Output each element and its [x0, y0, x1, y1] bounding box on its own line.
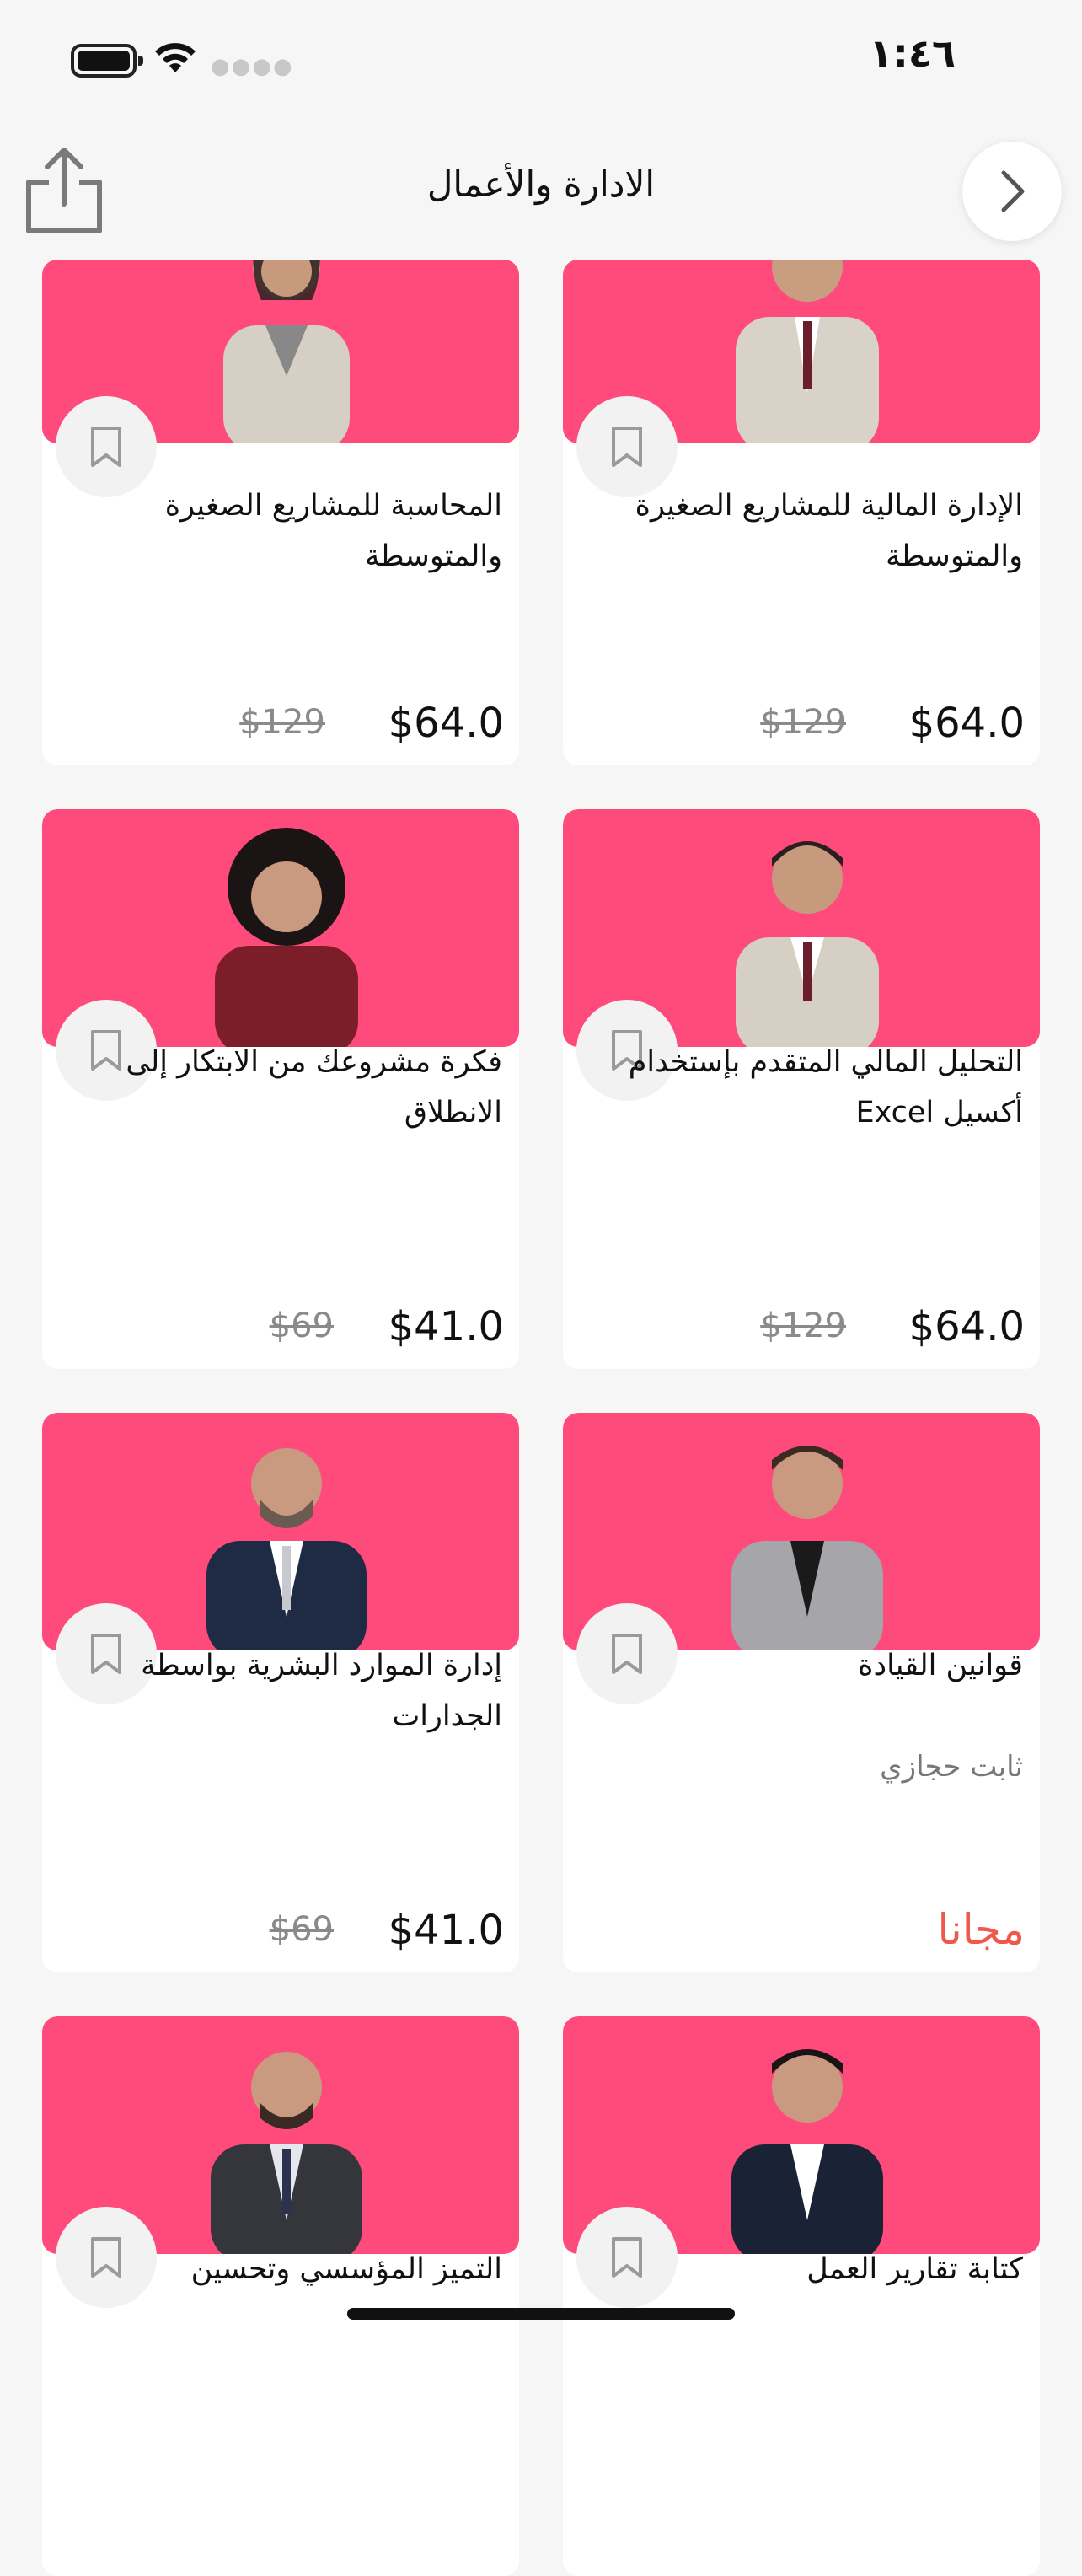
bookmark-icon [91, 427, 121, 467]
course-title: التميز المؤسسي وتحسين [190, 2252, 502, 2286]
navigation-bar: الادارة والأعمال [0, 126, 1082, 261]
course-price: $41.0 [388, 1907, 504, 1954]
course-old-price: $129 [760, 703, 846, 742]
instructor-photo [223, 260, 350, 443]
course-title: كتابة تقارير العمل [806, 2252, 1023, 2286]
course-card[interactable]: إدارة الموارد البشرية بواسطة الجدارات $4… [42, 1413, 519, 1972]
signal-icon: ●●●● [211, 54, 294, 79]
battery-icon [71, 44, 143, 78]
course-card[interactable]: التحليل المالي المتقدم بإستخدام أكسيل Ex… [563, 809, 1040, 1369]
instructor-name: ثابت حجازي [880, 1750, 1023, 1784]
free-label: مجانا [937, 1905, 1025, 1954]
instructor-photo [731, 1446, 883, 1650]
status-bar: ●●●● ١:٤٦ [0, 0, 1082, 126]
instructor-photo [211, 2052, 362, 2254]
course-title: قوانين القيادة [858, 1649, 1023, 1682]
course-price: $64.0 [908, 1303, 1025, 1350]
course-old-price: $69 [269, 1910, 334, 1949]
course-old-price: $129 [760, 1307, 846, 1345]
status-time: ١:٤٦ [869, 30, 956, 76]
course-card[interactable]: فكرة مشروعك من الابتكار إلى الانطلاق $41… [42, 809, 519, 1369]
course-card[interactable]: كتابة تقارير العمل [563, 2016, 1040, 2576]
course-price: $41.0 [388, 1303, 504, 1350]
course-title: الإدارة المالية للمشاريع الصغيرة والمتوس… [635, 489, 1023, 573]
instructor-photo [215, 828, 358, 1047]
course-title: المحاسبة للمشاريع الصغيرة والمتوسطة [164, 489, 502, 573]
instructor-photo [736, 260, 879, 443]
course-title: فكرة مشروعك من الابتكار إلى الانطلاق [126, 1045, 502, 1130]
course-title: إدارة الموارد البشرية بواسطة الجدارات [141, 1649, 502, 1733]
course-grid: الإدارة المالية للمشاريع الصغيرة والمتوس… [42, 260, 1040, 2576]
bookmark-icon [612, 427, 642, 467]
instructor-photo [731, 2049, 883, 2254]
course-old-price: $129 [239, 703, 325, 742]
instructor-photo [206, 1448, 367, 1650]
course-price: $64.0 [908, 700, 1025, 747]
chevron-right-icon [1001, 170, 1025, 212]
wifi-icon [155, 43, 196, 72]
course-card[interactable]: قوانين القيادة ثابت حجازي مجانا [563, 1413, 1040, 1972]
course-old-price: $69 [269, 1307, 334, 1345]
course-card[interactable]: التميز المؤسسي وتحسين [42, 2016, 519, 2576]
course-title: التحليل المالي المتقدم بإستخدام أكسيل Ex… [628, 1045, 1023, 1130]
course-card[interactable]: الإدارة المالية للمشاريع الصغيرة والمتوس… [563, 260, 1040, 765]
course-card[interactable]: المحاسبة للمشاريع الصغيرة والمتوسطة $64.… [42, 260, 519, 765]
course-price: $64.0 [388, 700, 504, 747]
instructor-photo [736, 841, 879, 1047]
home-indicator[interactable] [347, 2308, 735, 2320]
next-button[interactable] [962, 142, 1062, 241]
page-title: الادارة والأعمال [426, 164, 656, 205]
